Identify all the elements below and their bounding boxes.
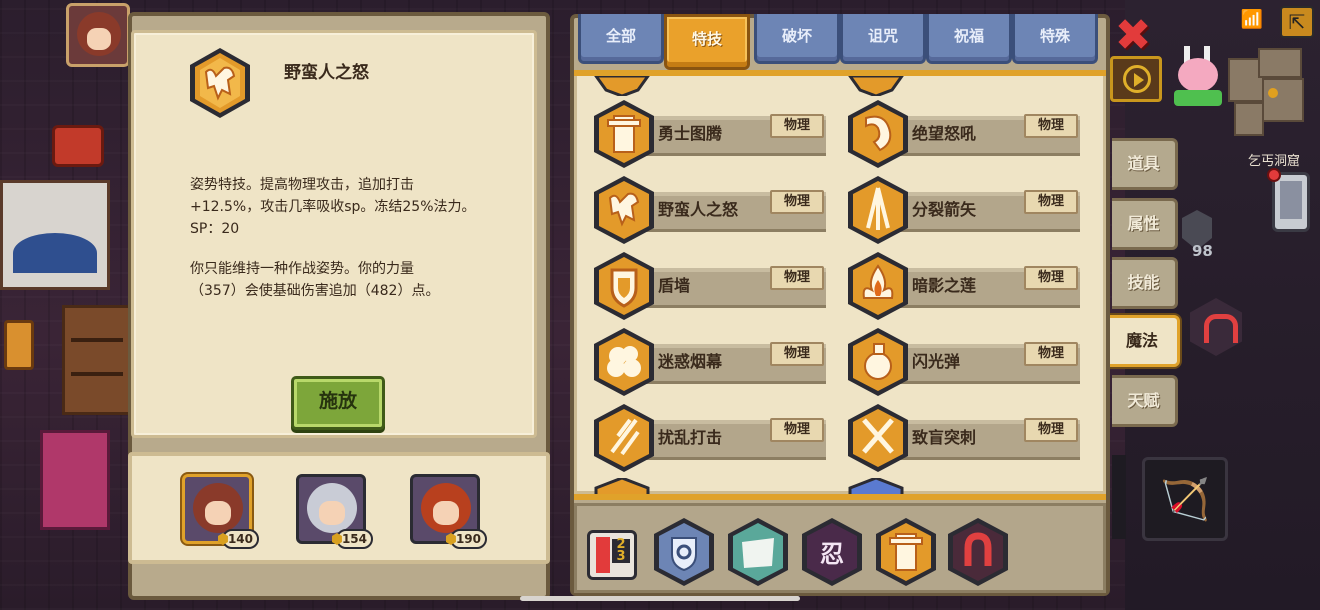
- skill-item-barbarian-rage[interactable]: 野蛮人之怒 物理: [592, 174, 828, 244]
- totem-icon: [594, 100, 654, 168]
- magnet-icon[interactable]: [946, 516, 1010, 588]
- member-level: 190: [449, 529, 487, 549]
- skill-type-tag: 物理: [770, 418, 824, 442]
- skill-type-tag: 物理: [1024, 418, 1078, 442]
- skill-item-blinding-thrust[interactable]: 致盲突刺 物理: [846, 402, 1082, 472]
- skill-item-smoke-screen[interactable]: 迷惑烟幕 物理: [592, 326, 828, 396]
- player-marker-icon: [1268, 88, 1278, 98]
- party-member-2[interactable]: 154: [296, 474, 373, 549]
- map-scroll-icon[interactable]: [726, 516, 790, 588]
- location-name: 乞丐洞窟: [1247, 154, 1300, 169]
- split-arrow-icon: [848, 176, 908, 244]
- skill-name: 野蛮人之怒: [658, 200, 739, 219]
- party-member-1[interactable]: 140: [182, 474, 259, 549]
- play-button[interactable]: [1110, 56, 1162, 102]
- skill-item-split-arrow[interactable]: 分裂箭矢 物理: [846, 174, 1082, 244]
- skill-type-tag: 物理: [1024, 114, 1078, 138]
- tab-all[interactable]: 全部: [578, 14, 664, 64]
- rune-shield-icon[interactable]: [652, 516, 716, 588]
- party-member-3[interactable]: 190: [410, 474, 487, 549]
- skill-item-disrupt-strike[interactable]: 扰乱打击 物理: [592, 402, 828, 472]
- side-tab-items[interactable]: 道具: [1112, 138, 1178, 190]
- skill-name: 扰乱打击: [658, 428, 723, 447]
- slot-divider: [1112, 455, 1126, 539]
- skill-effect-text: 姿势特技。提高物理攻击，追加打击 +12.5%，攻击几率吸收sp。冻结25%法力…: [190, 177, 476, 237]
- cast-button[interactable]: 施放: [291, 376, 385, 430]
- member-level: 140: [221, 529, 259, 549]
- bookshelf-decoration: [62, 305, 132, 415]
- skill-name: 致盲突刺: [912, 428, 977, 447]
- notification-dot-icon: [1267, 168, 1281, 182]
- chest-icon: [52, 125, 104, 167]
- lantern-decoration: [4, 320, 34, 370]
- skill-icon-partial: [848, 76, 904, 96]
- barbarian-rage-icon: [190, 48, 250, 118]
- shield-wall-icon: [594, 252, 654, 320]
- skill-stance-text: 你只能维持一种作战姿势。你的力量 （357）会使基础伤害追加（482）点。: [190, 261, 440, 299]
- skill-type-tag: 物理: [1024, 190, 1078, 214]
- blinding-thrust-icon: [848, 404, 908, 472]
- skill-name: 勇士图腾: [658, 124, 723, 143]
- wifi-icon: 📶: [1240, 9, 1264, 30]
- side-tab-talents[interactable]: 天赋: [1112, 375, 1178, 427]
- roar-icon: [848, 100, 908, 168]
- member-level: 154: [335, 529, 373, 549]
- skill-name: 暗影之莲: [912, 276, 977, 295]
- phone-icon[interactable]: [1272, 172, 1310, 232]
- disrupt-strike-icon: [594, 404, 654, 472]
- side-tab-attributes[interactable]: 属性: [1112, 198, 1178, 250]
- tab-blessing[interactable]: 祝福: [926, 14, 1012, 64]
- skill-type-tag: 物理: [770, 114, 824, 138]
- tab-special[interactable]: 特殊: [1012, 14, 1098, 64]
- defense-badge: 98: [1182, 210, 1218, 260]
- skill-type-tag: 物理: [1024, 266, 1078, 290]
- player-avatar[interactable]: [66, 3, 130, 67]
- skill-type-tag: 物理: [770, 190, 824, 214]
- skill-name: 盾墙: [658, 276, 691, 295]
- cabinet-decoration: [40, 430, 110, 530]
- tab-curse[interactable]: 诅咒: [840, 14, 926, 64]
- ninja-icon[interactable]: 忍: [800, 516, 864, 588]
- companion-avatar[interactable]: [1172, 46, 1224, 108]
- close-icon[interactable]: ✖: [1111, 14, 1155, 60]
- skill-order-icon[interactable]: 23: [587, 530, 637, 580]
- skill-type-tag: 物理: [770, 342, 824, 366]
- tab-skills[interactable]: 特技: [664, 14, 750, 70]
- totem-icon[interactable]: [874, 516, 938, 588]
- category-tabs: 全部 特技 破坏 诅咒 祝福 特殊: [574, 14, 1106, 70]
- skill-name: 分裂箭矢: [912, 200, 977, 219]
- home-indicator[interactable]: [520, 596, 800, 601]
- skill-type-tag: 物理: [1024, 342, 1078, 366]
- list-bottom-divider: [574, 494, 1106, 500]
- skill-item-despair-roar[interactable]: 绝望怒吼 物理: [846, 98, 1082, 168]
- svg-text:忍: 忍: [820, 540, 844, 568]
- flash-bomb-icon: [848, 328, 908, 396]
- skill-description: 姿势特技。提高物理攻击，追加打击 +12.5%，攻击几率吸收sp。冻结25%法力…: [190, 174, 520, 302]
- defense-count: 98: [1192, 242, 1213, 260]
- skill-item-flash-bomb[interactable]: 闪光弹 物理: [846, 326, 1082, 396]
- skill-type-tag: 物理: [770, 266, 824, 290]
- skill-item-shield-wall[interactable]: 盾墙 物理: [592, 250, 828, 320]
- barbarian-rage-icon: [594, 176, 654, 244]
- exit-icon[interactable]: ⇱: [1280, 6, 1314, 38]
- skill-name: 迷惑烟幕: [658, 352, 723, 371]
- skill-name: 绝望怒吼: [912, 124, 977, 143]
- side-tab-skills[interactable]: 技能: [1112, 257, 1178, 309]
- smoke-screen-icon: [594, 328, 654, 396]
- skill-title: 野蛮人之怒: [284, 63, 369, 83]
- bow-weapon-slot[interactable]: [1142, 457, 1228, 541]
- side-tab-magic[interactable]: 魔法: [1104, 315, 1180, 367]
- skill-item-warrior-totem[interactable]: 勇士图腾 物理: [592, 98, 828, 168]
- skill-item-shadow-lotus[interactable]: 暗影之莲 物理: [846, 250, 1082, 320]
- shadow-lotus-icon: [848, 252, 908, 320]
- skill-name: 闪光弹: [912, 352, 961, 371]
- skill-icon-partial: [594, 76, 650, 96]
- wave-screen-decoration: [0, 180, 110, 290]
- minimap[interactable]: [1228, 48, 1308, 140]
- tab-destruction[interactable]: 破坏: [754, 14, 840, 64]
- list-top-divider: [574, 70, 1106, 76]
